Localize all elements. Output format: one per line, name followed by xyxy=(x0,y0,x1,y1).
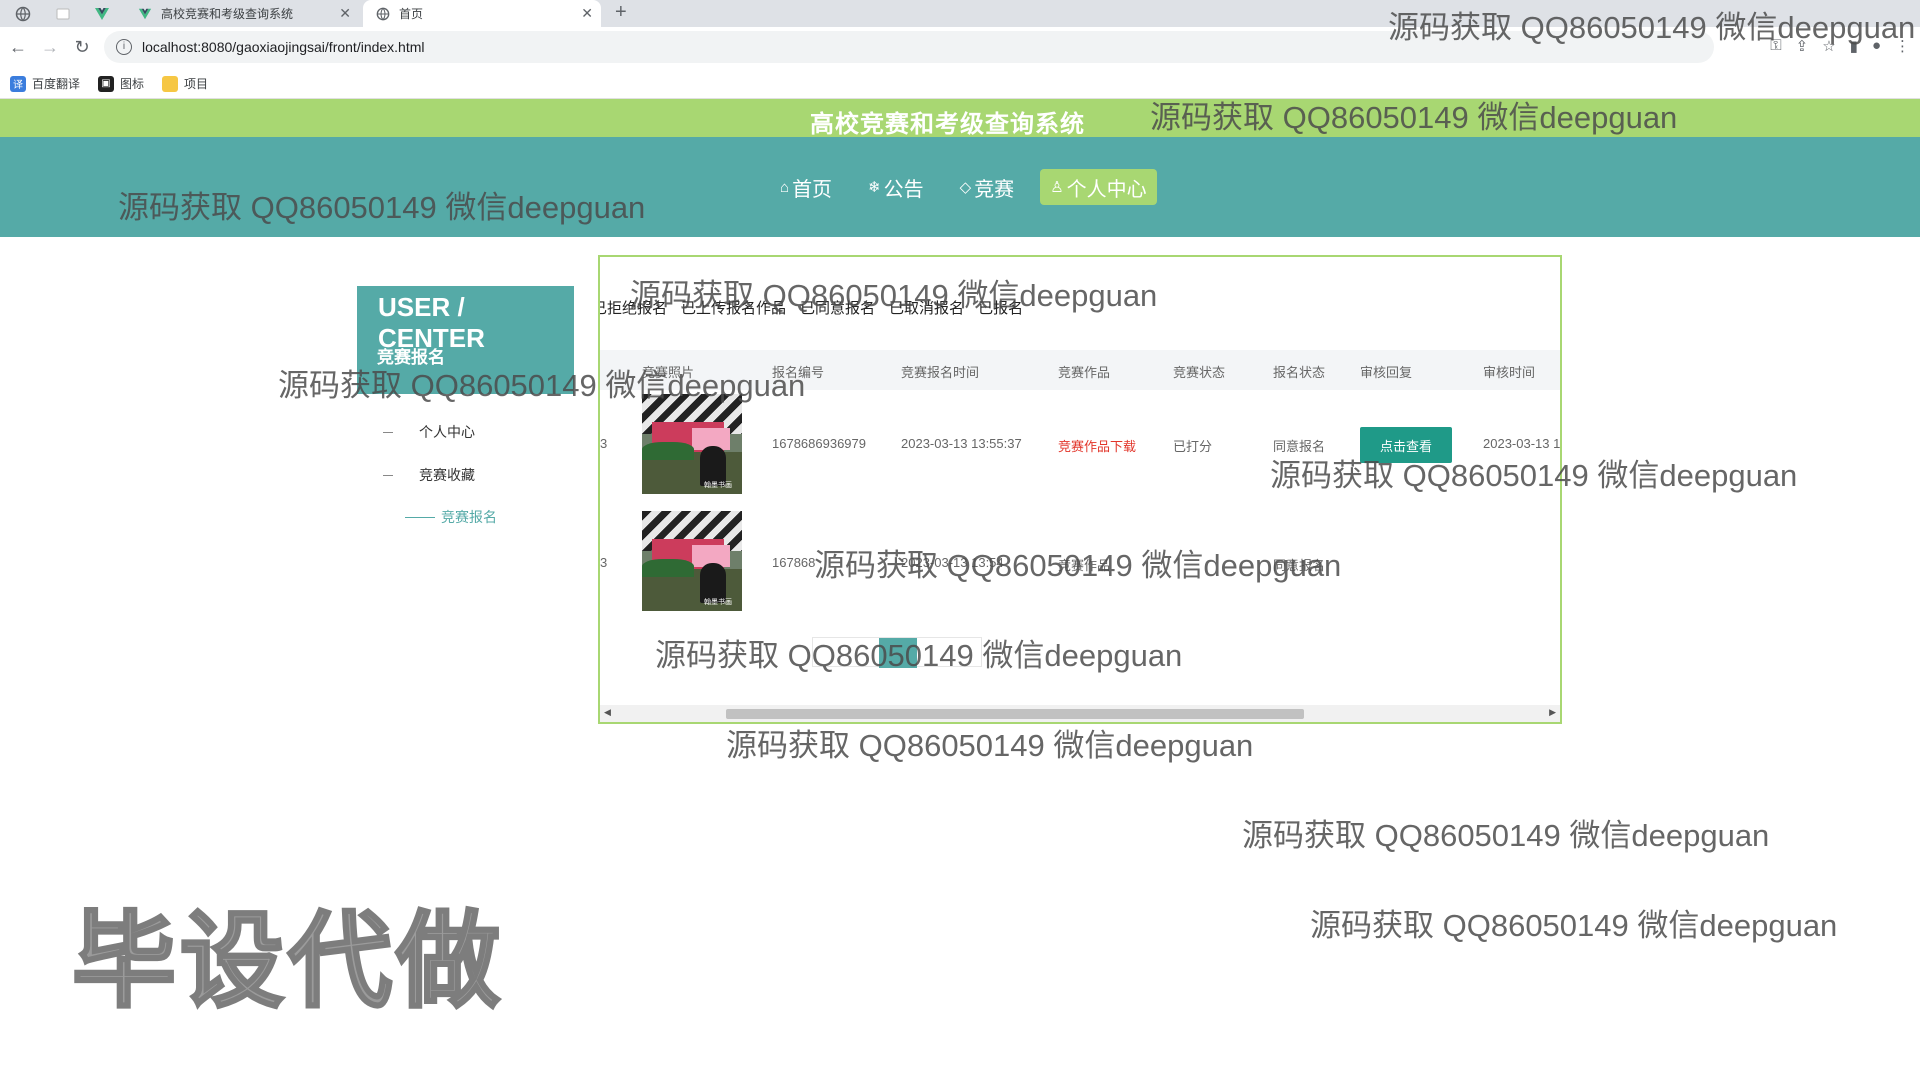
new-tab-button[interactable]: + xyxy=(615,1,627,24)
watermark: 源码获取 QQ86050149 微信deepguan xyxy=(655,638,1183,673)
registration-number: 167868 xyxy=(772,555,816,570)
nav-home[interactable]: ⌂ 首页 xyxy=(770,169,842,205)
photo-caption: 翰墨书画 xyxy=(704,482,732,489)
tab-label: 高校竞赛和考级查询系统 xyxy=(161,7,294,21)
tab-label: 首页 xyxy=(399,7,424,21)
watermark: 源码获取 QQ86050149 微信deepguan xyxy=(630,278,1158,313)
watermark: 源码获取 QQ86050149 微信deepguan xyxy=(1242,818,1770,853)
url-text: localhost:8080/gaoxiaojingsai/front/inde… xyxy=(142,39,425,55)
bookmark-translate[interactable]: 译 百度翻译 xyxy=(10,75,80,92)
sidebar-item-registration[interactable]: 竞赛报名 xyxy=(405,507,497,527)
home-icon: ⌂ xyxy=(780,178,790,196)
globe-icon[interactable] xyxy=(14,5,31,22)
forward-arrow-icon[interactable]: → xyxy=(38,35,62,59)
bookmark-icons[interactable]: ▣ 图标 xyxy=(98,75,144,92)
watermark: 源码获取 QQ86050149 微信deepguan xyxy=(1388,10,1916,45)
bookmark-label: 项目 xyxy=(184,77,209,91)
scroll-right-icon[interactable]: ▶ xyxy=(1549,707,1556,718)
dash-divider xyxy=(383,431,393,433)
competition-photo: 翰墨书画 xyxy=(642,511,742,611)
sidebar-item-label: 个人中心 xyxy=(419,424,475,440)
globe-icon xyxy=(375,6,391,22)
watermark: 源码获取 QQ86050149 微信deepguan xyxy=(1270,458,1798,493)
nav-label: 首页 xyxy=(792,178,833,201)
nav-competition[interactable]: ◇ 竞赛 xyxy=(950,169,1025,205)
row-lead-cell: 3 xyxy=(600,436,608,451)
bookmark-label: 百度翻译 xyxy=(32,77,81,91)
scrollbar-thumb[interactable] xyxy=(726,709,1304,719)
competition-photo: 翰墨书画 xyxy=(642,394,742,494)
picture-icon: ▣ xyxy=(98,75,115,92)
photo-caption: 翰墨书画 xyxy=(704,599,732,606)
tag-icon: ◇ xyxy=(959,179,972,196)
watermark: 源码获取 QQ86050149 微信deepguan xyxy=(726,728,1254,763)
column-header: 竞赛报名时间 xyxy=(901,365,980,380)
dash-divider xyxy=(383,474,393,476)
tab-home[interactable]: 首页 ✕ xyxy=(363,0,601,27)
watermark: 源码获取 QQ86050149 微信deepguan xyxy=(814,548,1342,583)
translate-icon: 译 xyxy=(10,75,26,92)
info-icon[interactable]: i xyxy=(116,39,132,55)
folder-icon xyxy=(162,75,179,92)
competition-status: 已打分 xyxy=(1173,439,1213,454)
bookmark-label: 图标 xyxy=(120,77,145,91)
tab-system[interactable]: 高校竞赛和考级查询系统 ✕ xyxy=(125,0,359,27)
dash-divider xyxy=(405,516,435,518)
stamp-watermark: 毕设代做 xyxy=(70,903,505,1022)
bookmark-project[interactable]: 项目 xyxy=(162,75,208,92)
back-arrow-icon[interactable]: ← xyxy=(6,35,30,59)
watermark: 源码获取 QQ86050149 微信deepguan xyxy=(278,368,806,403)
sidebar-item-label: 竞赛收藏 xyxy=(419,467,475,483)
nav-notice[interactable]: ❄ 公告 xyxy=(858,169,934,205)
work-download-link[interactable]: 竞赛作品下载 xyxy=(1058,436,1136,455)
column-header: 竞赛状态 xyxy=(1173,365,1226,380)
close-icon[interactable]: ✕ xyxy=(581,5,593,22)
column-header: 审核回复 xyxy=(1360,365,1413,380)
column-header: 审核时间 xyxy=(1483,365,1536,380)
nav-label: 公告 xyxy=(883,178,924,201)
review-time: 2023-03-13 1 xyxy=(1483,436,1561,451)
site-title: 高校竞赛和考级查询系统 xyxy=(810,111,1085,138)
nav-label: 个人中心 xyxy=(1066,178,1147,201)
column-header: 竞赛作品 xyxy=(1058,365,1111,380)
registration-number: 1678686936979 xyxy=(772,436,866,451)
blank-tab-icon[interactable] xyxy=(54,5,71,22)
close-icon[interactable]: ✕ xyxy=(339,5,351,22)
watermark: 源码获取 QQ86050149 微信deepguan xyxy=(118,190,646,225)
watermark: 源码获取 QQ86050149 微信deepguan xyxy=(1150,100,1678,135)
watermark: 源码获取 QQ86050149 微信deepguan xyxy=(1310,908,1838,943)
row-lead-cell: 3 xyxy=(600,555,608,570)
snowflake-icon: ❄ xyxy=(868,179,881,196)
reload-icon[interactable]: ↻ xyxy=(70,35,94,59)
sidebar-item-label: 竞赛报名 xyxy=(441,509,497,525)
vue-icon xyxy=(137,6,153,22)
registration-time: 2023-03-13 13:55:37 xyxy=(901,436,1022,451)
nav-user-center[interactable]: ♙ 个人中心 xyxy=(1040,169,1157,205)
scroll-left-icon[interactable]: ◀ xyxy=(604,707,611,718)
nav-label: 竞赛 xyxy=(974,178,1015,201)
column-header: 报名状态 xyxy=(1273,365,1326,380)
vue-icon[interactable] xyxy=(93,5,110,22)
user-icon: ♙ xyxy=(1050,179,1064,196)
sidebar-item-personal[interactable]: 个人中心 xyxy=(383,422,475,442)
sidebar-item-favorites[interactable]: 竞赛收藏 xyxy=(383,465,475,485)
